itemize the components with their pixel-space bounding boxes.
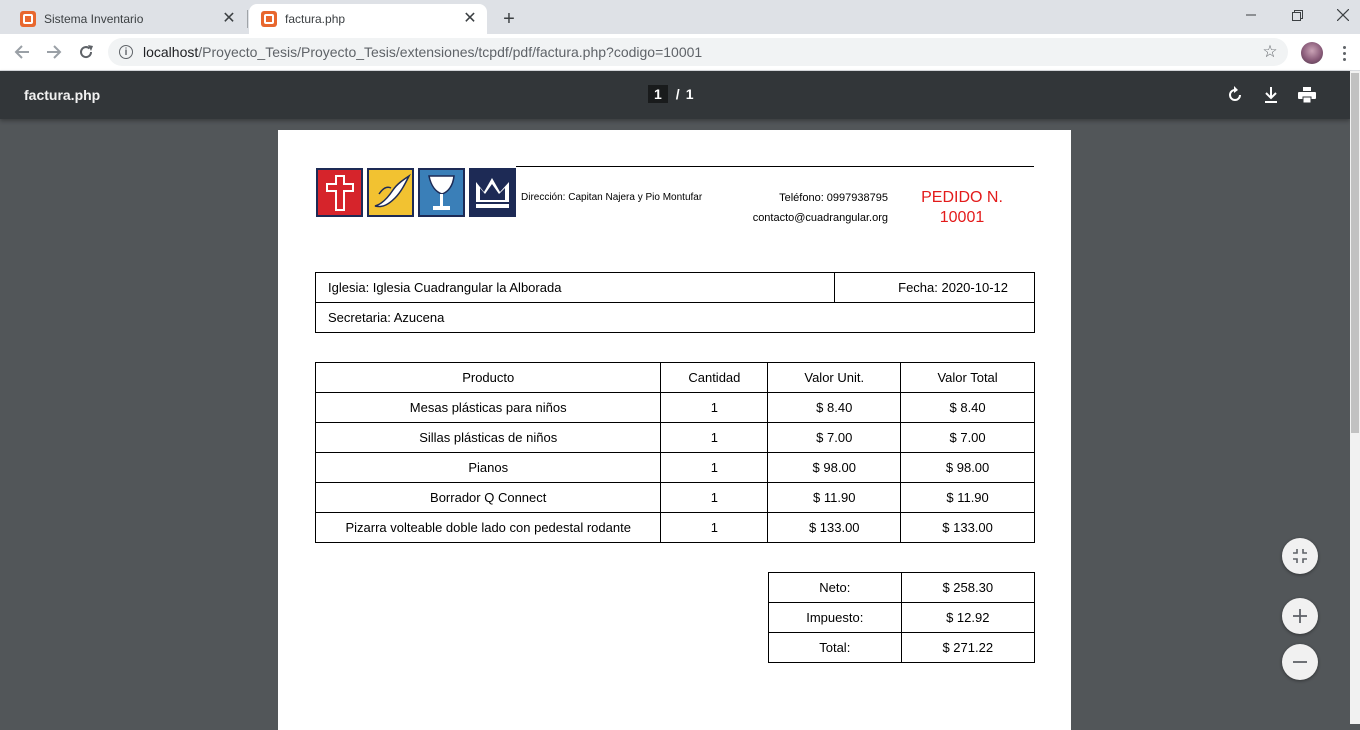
product-cell: Pianos: [314, 452, 662, 483]
url-host: localhost: [143, 44, 199, 60]
total-price-cell: $ 98.00: [900, 452, 1035, 483]
totals-label: Impuesto:: [768, 602, 902, 633]
minimize-button[interactable]: [1228, 0, 1274, 30]
pdf-filename: factura.php: [24, 87, 101, 103]
column-header: Cantidad: [660, 362, 769, 393]
total-price-cell: $ 11.90: [900, 482, 1035, 513]
zoom-out-icon[interactable]: [1282, 644, 1318, 680]
totals-label: Neto:: [768, 572, 902, 603]
url-path: /Proyecto_Tesis/Proyecto_Tesis/extension…: [198, 44, 703, 60]
quantity-cell: 1: [660, 482, 769, 513]
info-icon[interactable]: i: [119, 45, 133, 59]
current-page-input[interactable]: 1: [648, 85, 668, 103]
items-table: Producto Cantidad Valor Unit. Valor Tota…: [314, 362, 1035, 543]
totals-value: $ 271.22: [900, 632, 1036, 663]
pdf-toolbar: factura.php 1 / 1: [0, 71, 1350, 119]
download-icon[interactable]: [1259, 83, 1283, 107]
unit-price-cell: $ 11.90: [767, 482, 902, 513]
totals-row: Neto: $ 258.30: [768, 572, 1036, 603]
totals-row: Impuesto: $ 12.92: [768, 602, 1036, 633]
table-row: Sillas plásticas de niños 1 $ 7.00 $ 7.0…: [314, 422, 1035, 453]
crown-logo: [469, 168, 516, 217]
order-number: 10001: [939, 209, 985, 226]
tab-title: Sistema Inventario: [44, 12, 144, 26]
table-row: Borrador Q Connect 1 $ 11.90 $ 11.90: [314, 482, 1035, 513]
scrollbar-thumb[interactable]: [1351, 73, 1359, 433]
phone-text: Teléfono: 0997938795: [779, 192, 888, 204]
close-window-button[interactable]: [1320, 0, 1360, 30]
column-header: Valor Unit.: [767, 362, 902, 393]
table-row: Pianos 1 $ 98.00 $ 98.00: [314, 452, 1035, 483]
total-price-cell: $ 8.40: [900, 392, 1035, 423]
column-header: Producto: [314, 362, 662, 393]
tab-sistema-inventario[interactable]: Sistema Inventario ✕: [8, 4, 246, 34]
xampp-icon: [261, 11, 277, 27]
quantity-cell: 1: [660, 512, 769, 543]
totals-table: Neto: $ 258.30 Impuesto: $ 12.92 Total: …: [768, 572, 1036, 663]
address-bar[interactable]: i localhost/Proyecto_Tesis/Proyecto_Tesi…: [108, 38, 1288, 66]
church-cell: Iglesia: Iglesia Cuadrangular la Alborad…: [315, 272, 835, 303]
pdf-page: Dirección: Capitan Najera y Pio Montufar…: [278, 130, 1071, 730]
print-icon[interactable]: [1295, 83, 1319, 107]
total-pages: 1: [685, 86, 694, 102]
close-icon[interactable]: ✕: [220, 10, 238, 28]
order-label: PEDIDO N.: [921, 189, 1003, 206]
totals-row: Total: $ 271.22: [768, 632, 1036, 663]
forward-arrow-icon[interactable]: [40, 38, 68, 66]
totals-label: Total:: [768, 632, 902, 663]
info-table: Iglesia: Iglesia Cuadrangular la Alborad…: [315, 272, 1035, 333]
page-indicator: 1 / 1: [648, 85, 693, 103]
close-icon[interactable]: ✕: [461, 10, 479, 28]
cross-logo: [316, 168, 363, 217]
product-cell: Borrador Q Connect: [314, 482, 662, 513]
product-cell: Pizarra volteable doble lado con pedesta…: [314, 512, 662, 543]
tab-divider: [247, 10, 248, 28]
quantity-cell: 1: [660, 392, 769, 423]
table-row: Mesas plásticas para niños 1 $ 8.40 $ 8.…: [314, 392, 1035, 423]
zoom-in-icon[interactable]: [1282, 598, 1318, 634]
tab-title: factura.php: [285, 12, 346, 26]
unit-price-cell: $ 133.00: [767, 512, 902, 543]
quantity-cell: 1: [660, 452, 769, 483]
totals-value: $ 12.92: [900, 602, 1036, 633]
dove-logo: [367, 168, 414, 217]
unit-price-cell: $ 8.40: [767, 392, 902, 423]
back-arrow-icon[interactable]: [8, 38, 36, 66]
chalice-logo: [418, 168, 465, 217]
profile-avatar[interactable]: [1301, 42, 1323, 64]
table-header-row: Producto Cantidad Valor Unit. Valor Tota…: [314, 362, 1035, 393]
tab-strip: Sistema Inventario ✕ factura.php ✕ +: [0, 0, 1360, 34]
secretary-cell: Secretaria: Azucena: [315, 302, 1035, 333]
unit-price-cell: $ 7.00: [767, 422, 902, 453]
star-icon[interactable]: ☆: [1260, 42, 1280, 62]
tab-factura[interactable]: factura.php ✕: [249, 4, 487, 34]
fit-to-page-icon[interactable]: [1282, 538, 1318, 574]
product-cell: Sillas plásticas de niños: [314, 422, 662, 453]
column-header: Valor Total: [900, 362, 1035, 393]
total-price-cell: $ 133.00: [900, 512, 1035, 543]
unit-price-cell: $ 98.00: [767, 452, 902, 483]
date-cell: Fecha: 2020-10-12: [834, 272, 1035, 303]
totals-value: $ 258.30: [900, 572, 1036, 603]
rotate-icon[interactable]: [1223, 83, 1247, 107]
browser-toolbar: i localhost/Proyecto_Tesis/Proyecto_Tesi…: [0, 34, 1360, 71]
menu-icon[interactable]: [1336, 42, 1352, 64]
church-logos: [316, 168, 516, 217]
restore-button[interactable]: [1274, 0, 1320, 30]
email-text: contacto@cuadrangular.org: [752, 212, 888, 224]
reload-icon[interactable]: [72, 38, 100, 66]
header-rule: [516, 166, 1034, 167]
plus-icon[interactable]: +: [495, 5, 523, 33]
product-cell: Mesas plásticas para niños: [314, 392, 662, 423]
address-text: Dirección: Capitan Najera y Pio Montufar: [521, 192, 703, 203]
quantity-cell: 1: [660, 422, 769, 453]
table-row: Pizarra volteable doble lado con pedesta…: [314, 512, 1035, 543]
page-separator: /: [675, 86, 680, 102]
total-price-cell: $ 7.00: [900, 422, 1035, 453]
xampp-icon: [20, 11, 36, 27]
